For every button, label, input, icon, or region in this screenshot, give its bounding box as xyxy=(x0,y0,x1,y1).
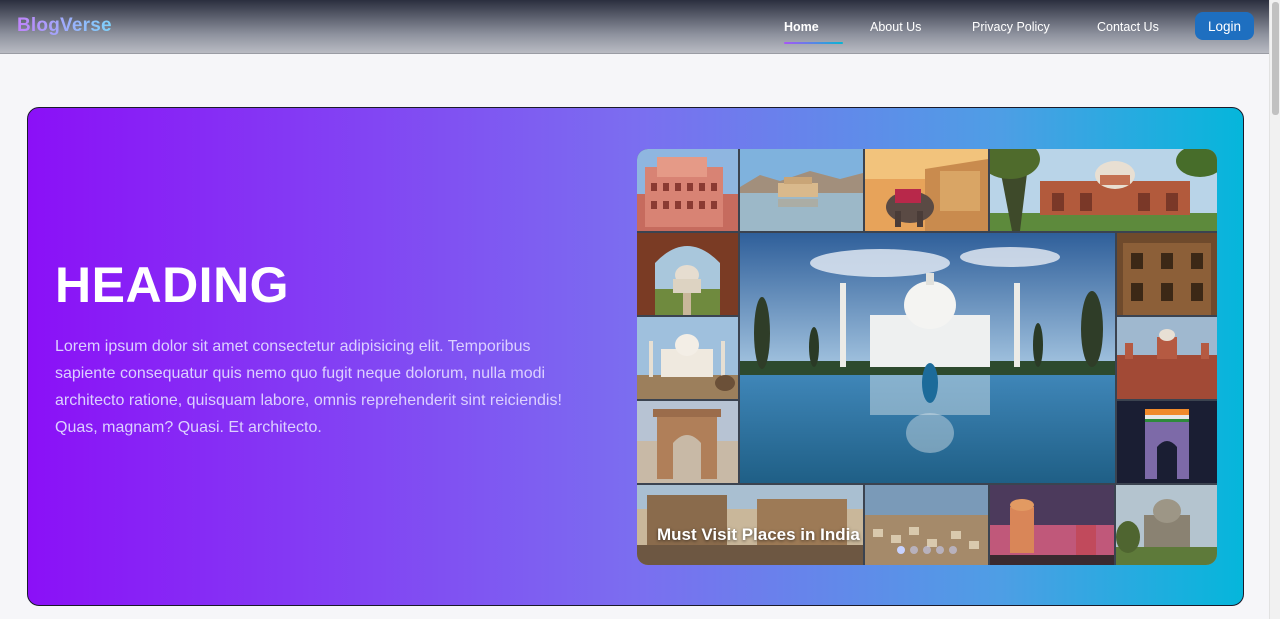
hero-heading: HEADING xyxy=(55,257,290,313)
carousel-photo-jal-mahal xyxy=(740,149,863,231)
carousel-photo-chhatri-sunset xyxy=(990,485,1114,565)
nav-link-privacy-policy[interactable]: Privacy Policy xyxy=(972,20,1050,34)
carousel-dot-3[interactable] xyxy=(923,546,931,554)
hero-description: Lorem ipsum dolor sit amet consectetur a… xyxy=(55,338,562,436)
nav-link-contact-us[interactable]: Contact Us xyxy=(1097,20,1159,34)
image-carousel[interactable]: Must Visit Places in India xyxy=(637,149,1217,565)
scrollbar-thumb[interactable] xyxy=(1272,2,1279,115)
carousel-photo-india-gate-night xyxy=(1117,401,1217,483)
navbar: BlogVerse Home About Us Privacy Policy C… xyxy=(0,0,1269,54)
carousel-photo-taj-mahal-garden xyxy=(637,317,738,399)
carousel-dot-1[interactable] xyxy=(897,546,905,554)
carousel-photo-archway-view xyxy=(637,233,738,315)
nav-link-about-us[interactable]: About Us xyxy=(870,20,921,34)
carousel-photo-humayun-tomb xyxy=(990,149,1217,231)
carousel-caption: Must Visit Places in India xyxy=(657,525,860,544)
page-scrollbar[interactable] xyxy=(1269,0,1280,619)
login-button[interactable]: Login xyxy=(1195,12,1254,40)
carousel-photo-red-fort xyxy=(1117,317,1217,399)
carousel-photo-fort-facade xyxy=(1117,233,1217,315)
carousel-indicators xyxy=(897,546,957,556)
carousel-main-photo-taj-mahal xyxy=(740,233,1115,483)
carousel-photo-hawa-mahal xyxy=(637,149,738,231)
carousel-dot-5[interactable] xyxy=(949,546,957,554)
carousel-photo-tomb-garden xyxy=(1116,485,1217,565)
carousel-photo-amber-fort-elephants xyxy=(865,149,988,231)
active-nav-indicator xyxy=(784,42,843,44)
hero-section: HEADING Lorem ipsum dolor sit amet conse… xyxy=(27,107,1244,606)
brand-logo[interactable]: BlogVerse xyxy=(17,15,112,37)
carousel-photo-india-gate xyxy=(637,401,738,483)
carousel-dot-2[interactable] xyxy=(910,546,918,554)
carousel-dot-4[interactable] xyxy=(936,546,944,554)
nav-link-home[interactable]: Home xyxy=(784,20,819,34)
